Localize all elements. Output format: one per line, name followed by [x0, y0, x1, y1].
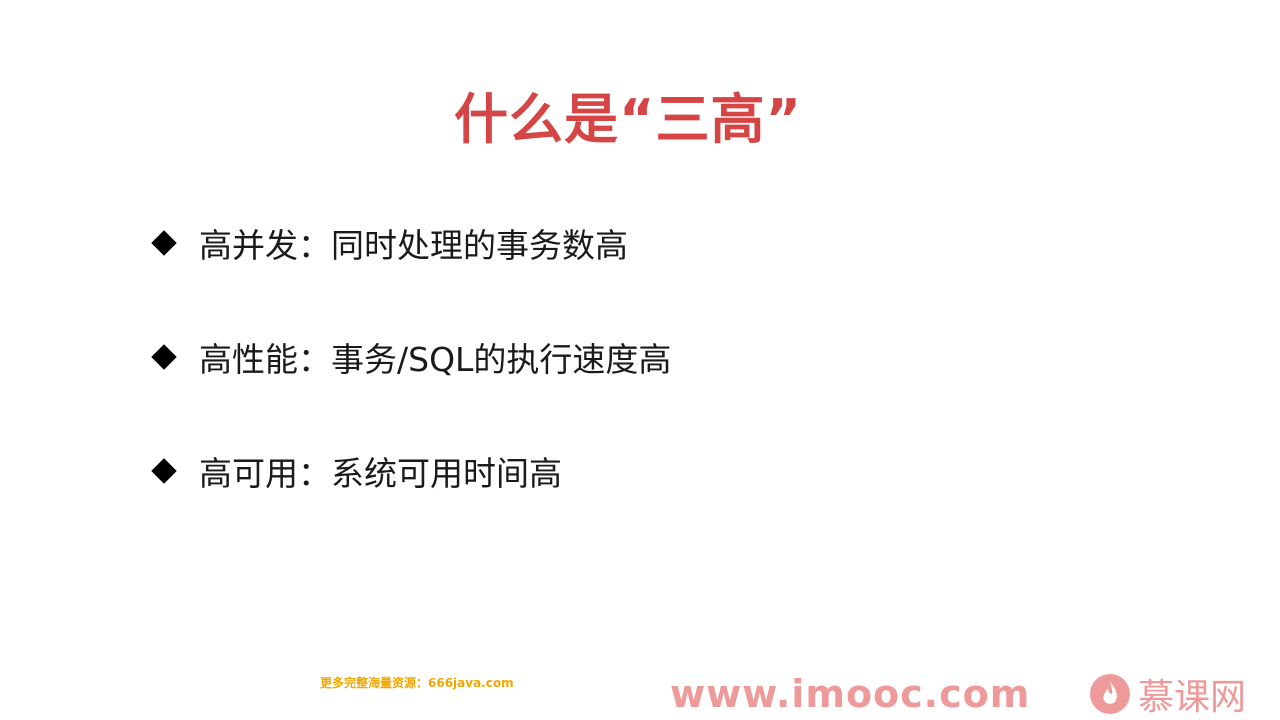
- list-item: 高并发：同时处理的事务数高: [150, 212, 1050, 274]
- bullet-text: 高并发：同时处理的事务数高: [199, 226, 628, 265]
- brand-watermark: 慕课网: [1090, 668, 1246, 720]
- list-item: 高性能：事务/SQL的执行速度高: [150, 326, 1050, 388]
- diamond-bullet-icon: [151, 458, 177, 484]
- diamond-bullet-icon: [151, 344, 177, 370]
- flame-logo-icon: [1090, 674, 1130, 714]
- brand-name: 慕课网: [1138, 677, 1247, 718]
- diamond-bullet-icon: [151, 230, 177, 256]
- bullet-text: 高可用：系统可用时间高: [199, 454, 562, 493]
- bullet-text: 高性能：事务/SQL的执行速度高: [199, 340, 672, 379]
- list-item: 高可用：系统可用时间高: [150, 440, 1050, 502]
- site-url-watermark: www.imooc.com: [670, 672, 1031, 716]
- resource-watermark: 更多完整海量资源：666java.com: [320, 676, 514, 690]
- bullet-list: 高并发：同时处理的事务数高 高性能：事务/SQL的执行速度高 高可用：系统可用时…: [150, 212, 1050, 554]
- slide: 什么是“三高” 高并发：同时处理的事务数高 高性能：事务/SQL的执行速度高 高…: [0, 0, 1280, 720]
- slide-title: 什么是“三高”: [454, 88, 802, 151]
